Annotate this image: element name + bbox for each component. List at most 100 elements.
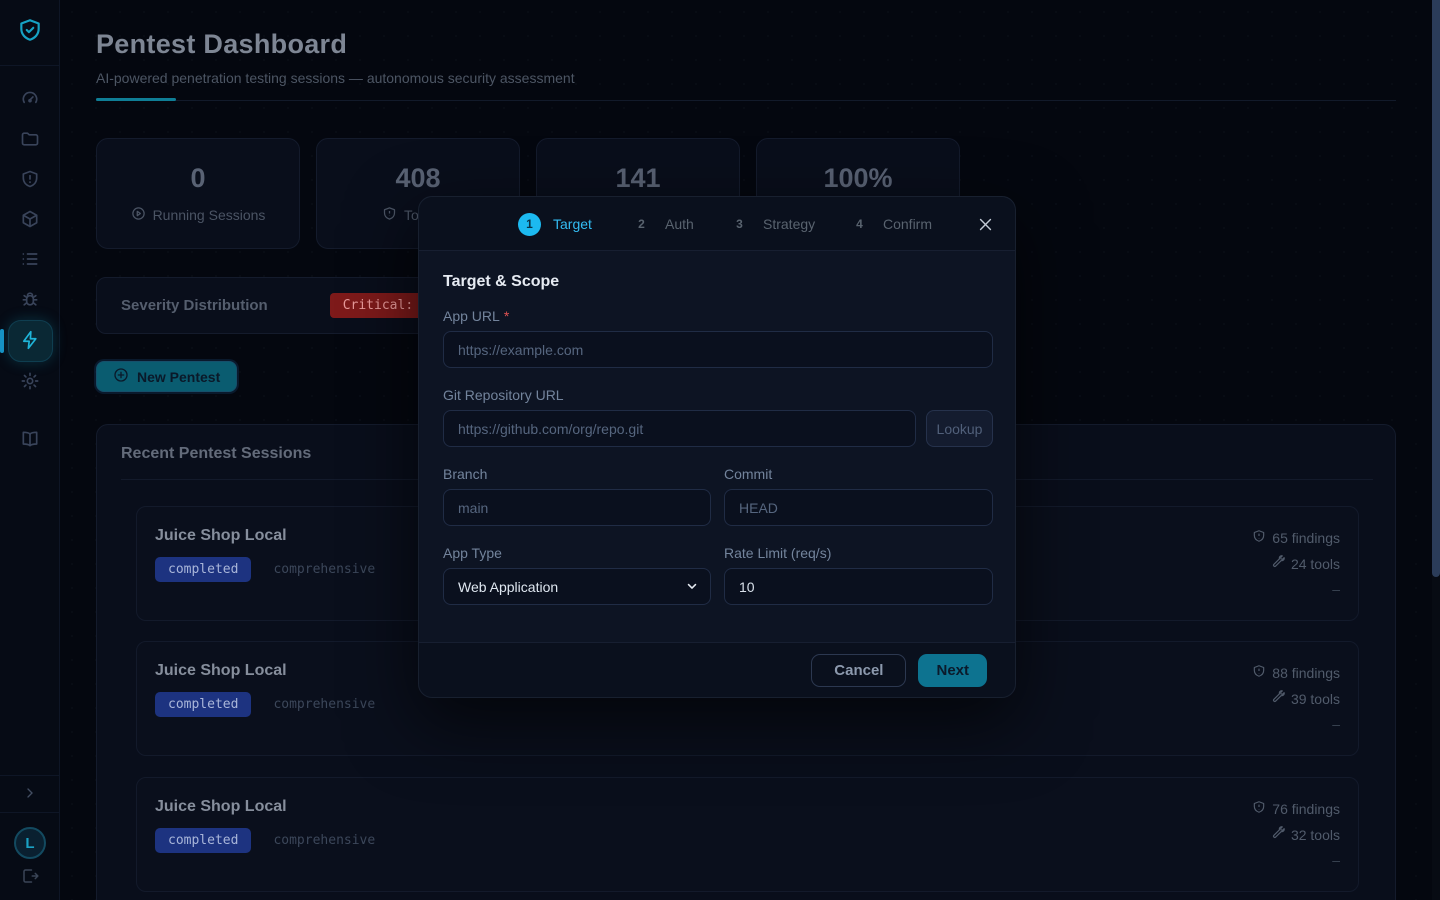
sidebar-item-vulnerabilities[interactable] [8, 160, 52, 200]
user-avatar[interactable]: L [14, 827, 46, 859]
stat-value: 408 [317, 163, 519, 194]
sidebar-collapse-button[interactable] [0, 775, 60, 813]
shield-icon [1252, 529, 1266, 546]
commit-label: Commit [724, 466, 772, 482]
step-number: 1 [518, 213, 541, 236]
sidebar-item-projects[interactable] [8, 120, 52, 160]
shield-check-icon [17, 17, 43, 48]
app-type-select[interactable]: Web Application [443, 568, 711, 605]
step-target[interactable]: 1 Target [518, 197, 592, 251]
scrollbar-track[interactable] [1432, 0, 1440, 900]
rate-limit-input[interactable] [724, 568, 993, 605]
new-pentest-button[interactable]: New Pentest [96, 361, 237, 392]
findings-count: 76 findings [1272, 801, 1340, 817]
stat-value: 141 [537, 163, 739, 194]
step-number: 4 [848, 213, 871, 236]
bug-icon [20, 289, 40, 312]
stat-value: 0 [97, 163, 299, 194]
cancel-button[interactable]: Cancel [811, 654, 906, 687]
app-screen: L Pentest Dashboard AI-powered penetrati… [0, 0, 1440, 900]
app-url-input[interactable] [443, 331, 993, 368]
step-label: Confirm [883, 216, 932, 232]
sidebar-item-bugs[interactable] [8, 280, 52, 320]
shield-icon [1252, 664, 1266, 681]
session-mode: comprehensive [273, 833, 375, 848]
session-name: Juice Shop Local [155, 798, 287, 816]
session-row[interactable]: Juice Shop Local completed comprehensive… [136, 777, 1359, 892]
session-duration: – [1332, 852, 1340, 868]
session-name: Juice Shop Local [155, 527, 287, 545]
page-title: Pentest Dashboard [96, 29, 347, 60]
commit-input[interactable] [724, 489, 993, 526]
tools-count: 32 tools [1291, 827, 1340, 843]
tools-count: 39 tools [1291, 691, 1340, 707]
step-number: 2 [630, 213, 653, 236]
sidebar-item-pentest[interactable] [8, 320, 53, 362]
next-button[interactable]: Next [918, 654, 987, 687]
page-subtitle: AI-powered penetration testing sessions … [96, 70, 575, 86]
sidebar-item-packages[interactable] [8, 200, 52, 240]
branch-label: Branch [443, 466, 487, 482]
wrench-icon [1271, 826, 1285, 843]
step-number: 3 [728, 213, 751, 236]
step-auth[interactable]: 2 Auth [630, 197, 694, 251]
chevron-right-icon [22, 785, 38, 804]
list-icon [20, 249, 40, 272]
sidebar-item-reports[interactable] [8, 240, 52, 280]
lookup-button[interactable]: Lookup [926, 410, 993, 447]
session-duration: – [1332, 581, 1340, 597]
status-badge: completed [155, 557, 251, 582]
severity-label: Severity Distribution [121, 297, 268, 314]
sidebar: L [0, 0, 60, 900]
shield-icon [1252, 800, 1266, 817]
step-confirm[interactable]: 4 Confirm [848, 197, 932, 251]
session-duration: – [1332, 716, 1340, 732]
play-circle-icon [131, 206, 146, 224]
wrench-icon [1271, 690, 1285, 707]
sidebar-item-docs[interactable] [8, 420, 52, 460]
package-icon [20, 209, 40, 232]
sidebar-nav [0, 80, 60, 460]
findings-count: 88 findings [1272, 665, 1340, 681]
git-url-input[interactable] [443, 410, 916, 447]
app-logo[interactable] [0, 0, 59, 66]
logout-button[interactable] [0, 867, 60, 900]
active-tab-underline [96, 98, 176, 101]
sessions-title: Recent Pentest Sessions [121, 445, 311, 463]
branch-input[interactable] [443, 489, 711, 526]
gauge-icon [20, 89, 40, 112]
logout-icon [21, 867, 39, 888]
book-icon [20, 429, 40, 452]
plus-circle-icon [113, 367, 129, 386]
modal-stepper: 1 Target 2 Auth 3 Strategy 4 Confirm [419, 197, 1015, 251]
step-label: Auth [665, 216, 694, 232]
status-badge: completed [155, 692, 251, 717]
new-pentest-label: New Pentest [137, 369, 220, 385]
modal-heading: Target & Scope [443, 273, 993, 291]
app-url-label: App URL* [443, 308, 509, 324]
tools-count: 24 tools [1291, 556, 1340, 572]
required-asterisk: * [504, 308, 509, 324]
session-mode: comprehensive [273, 562, 375, 577]
session-name: Juice Shop Local [155, 662, 287, 680]
step-strategy[interactable]: 3 Strategy [728, 197, 815, 251]
step-label: Strategy [763, 216, 815, 232]
lightning-icon [20, 330, 40, 353]
sidebar-item-settings[interactable] [8, 362, 52, 402]
rate-limit-label: Rate Limit (req/s) [724, 545, 831, 561]
stat-label-text: Running Sessions [153, 207, 266, 223]
stat-value: 100% [757, 163, 959, 194]
sidebar-footer: L [0, 775, 60, 900]
modal-body: Target & Scope App URL* Git Repository U… [443, 251, 993, 291]
new-pentest-modal: 1 Target 2 Auth 3 Strategy 4 Confirm Tar… [418, 196, 1016, 698]
header-divider [96, 100, 1396, 101]
findings-count: 65 findings [1272, 530, 1340, 546]
session-mode: comprehensive [273, 697, 375, 712]
app-type-label: App Type [443, 545, 502, 561]
git-url-label: Git Repository URL [443, 387, 564, 403]
shield-icon [382, 206, 397, 224]
modal-footer: Cancel Next [419, 642, 1015, 697]
sidebar-item-dashboard[interactable] [8, 80, 52, 120]
close-icon[interactable] [973, 212, 997, 236]
scrollbar-thumb[interactable] [1432, 0, 1440, 577]
